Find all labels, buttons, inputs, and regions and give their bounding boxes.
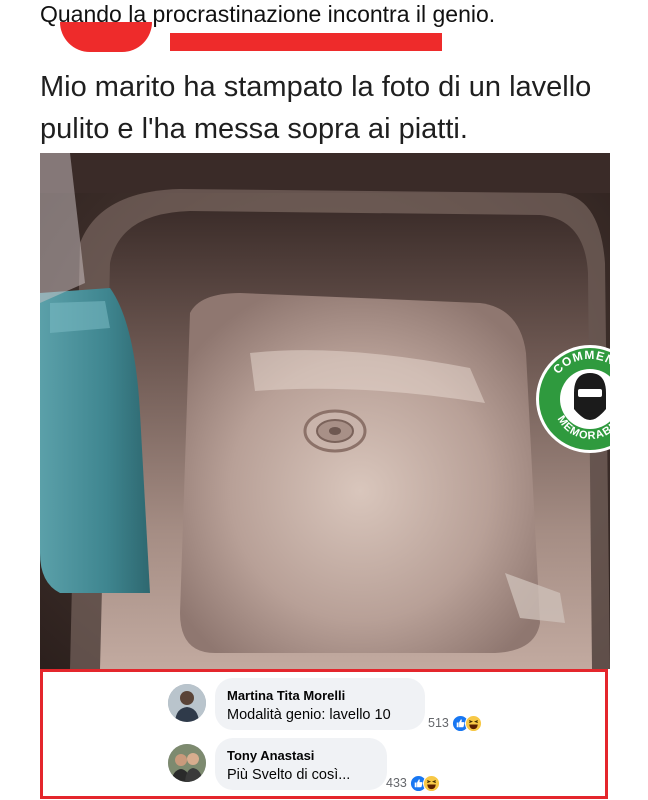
reaction-count: 433	[386, 776, 407, 790]
comment-bubble: Tony Anastasi Più Svelto di così...	[215, 738, 387, 790]
haha-icon	[464, 714, 482, 732]
redaction-mark-circle	[60, 22, 152, 52]
avatar[interactable]	[168, 684, 206, 722]
sink-image	[40, 153, 610, 669]
comment-author[interactable]: Martina Tita Morelli	[227, 688, 345, 703]
comments-highlight-box: Martina Tita Morelli Modalità genio: lav…	[40, 669, 608, 799]
redaction-mark-bar	[170, 33, 442, 51]
comment: Martina Tita Morelli Modalità genio: lav…	[43, 678, 605, 738]
reaction-summary[interactable]: 513	[428, 714, 482, 732]
commenti-memorabili-badge: COMMENTI MEMORABILI	[534, 343, 610, 455]
comment-text: Modalità genio: lavello 10	[227, 707, 391, 723]
sink-photo[interactable]: COMMENTI MEMORABILI	[40, 153, 610, 669]
comment-author[interactable]: Tony Anastasi	[227, 748, 314, 763]
reaction-summary[interactable]: 433	[386, 774, 440, 792]
reaction-count: 513	[428, 716, 449, 730]
haha-icon	[422, 774, 440, 792]
meme-caption: Mio marito ha stampato la foto di un lav…	[40, 71, 592, 145]
avatar[interactable]	[168, 744, 206, 782]
comment-text: Più Svelto di così...	[227, 767, 351, 783]
comment: Tony Anastasi Più Svelto di così... 433	[43, 738, 605, 798]
comment-bubble: Martina Tita Morelli Modalità genio: lav…	[215, 678, 425, 730]
